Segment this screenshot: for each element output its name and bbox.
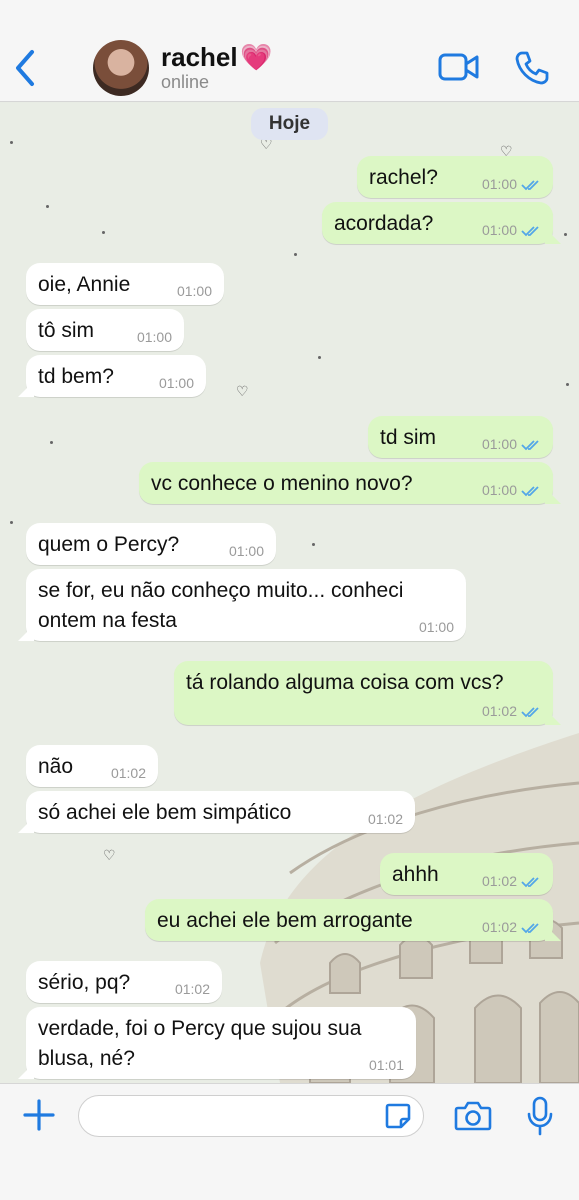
dot-decoration bbox=[312, 543, 315, 546]
back-chevron-icon[interactable] bbox=[10, 48, 40, 88]
dot-decoration bbox=[10, 521, 13, 524]
camera-icon[interactable] bbox=[454, 1100, 492, 1132]
day-separator: Hoje bbox=[251, 108, 328, 140]
message-incoming[interactable]: só achei ele bem simpático 01:02 bbox=[18, 791, 415, 833]
message-text: td sim bbox=[380, 426, 437, 449]
message-text: td bem? bbox=[38, 365, 114, 388]
message-text: quem o Percy? bbox=[38, 533, 180, 556]
message-incoming[interactable]: td bem? 01:00 bbox=[18, 355, 206, 397]
message-text: vc conhece o menino novo? bbox=[151, 472, 413, 495]
double-check-icon bbox=[521, 180, 539, 191]
heart-doodle-icon: ♡ bbox=[103, 847, 116, 863]
message-time: 01:00 bbox=[158, 375, 194, 391]
message-time: 01:00 bbox=[418, 619, 454, 635]
message-text: acordada? bbox=[334, 212, 434, 235]
message-time: 01:00 bbox=[481, 482, 517, 498]
dot-decoration bbox=[564, 233, 567, 236]
message-text-line2: blusa, né? bbox=[38, 1047, 135, 1070]
message-input[interactable] bbox=[78, 1095, 424, 1137]
double-check-icon bbox=[521, 226, 539, 237]
microphone-icon[interactable] bbox=[526, 1096, 554, 1136]
bubble-tail bbox=[545, 228, 561, 244]
chat-header: rachel 💗 online bbox=[0, 0, 579, 102]
dot-decoration bbox=[318, 356, 321, 359]
message-time: 01:02 bbox=[367, 811, 403, 827]
message-time: 01:00 bbox=[176, 283, 212, 299]
message-time: 01:01 bbox=[368, 1057, 404, 1073]
composer-bar bbox=[0, 1083, 579, 1200]
bubble-tail bbox=[18, 625, 34, 641]
contact-status: online bbox=[161, 72, 210, 92]
double-check-icon bbox=[521, 707, 539, 718]
phone-icon[interactable] bbox=[514, 50, 550, 86]
message-time: 01:02 bbox=[174, 981, 210, 997]
double-check-icon bbox=[521, 923, 539, 934]
sticker-icon[interactable] bbox=[384, 1102, 412, 1130]
message-text-line2: ontem na festa bbox=[38, 609, 177, 632]
message-time: 01:00 bbox=[481, 176, 517, 192]
message-text-line1: se for, eu não conheço muito... conheci bbox=[38, 579, 404, 602]
bubble-tail bbox=[18, 381, 34, 397]
contact-emoji: 💗 bbox=[240, 42, 273, 72]
dot-decoration bbox=[10, 141, 13, 144]
message-outgoing[interactable]: rachel? 01:00 bbox=[357, 156, 553, 198]
message-incoming[interactable]: sério, pq? 01:02 bbox=[26, 961, 222, 1003]
message-incoming[interactable]: verdade, foi o Percy que sujou sua blusa… bbox=[18, 1007, 416, 1079]
message-time: 01:02 bbox=[481, 703, 517, 719]
message-text: sério, pq? bbox=[38, 971, 131, 994]
message-outgoing[interactable]: acordada? 01:00 bbox=[322, 202, 561, 244]
message-outgoing[interactable]: vc conhece o menino novo? 01:00 bbox=[139, 462, 561, 504]
message-time: 01:00 bbox=[228, 543, 264, 559]
message-time: 01:00 bbox=[136, 329, 172, 345]
double-check-icon bbox=[521, 486, 539, 497]
dot-decoration bbox=[102, 231, 105, 234]
bubble-tail bbox=[18, 1063, 34, 1079]
message-time: 01:00 bbox=[481, 222, 517, 238]
video-camera-icon[interactable] bbox=[438, 52, 480, 82]
message-incoming[interactable]: se for, eu não conheço muito... conheci … bbox=[18, 569, 466, 641]
heart-doodle-icon: ♡ bbox=[236, 383, 249, 399]
message-incoming[interactable]: não 01:02 bbox=[26, 745, 158, 787]
message-text: tô sim bbox=[38, 319, 95, 342]
message-outgoing[interactable]: ahhh 01:02 bbox=[380, 853, 553, 895]
message-outgoing[interactable]: td sim 01:00 bbox=[368, 416, 553, 458]
plus-icon[interactable] bbox=[22, 1098, 56, 1132]
message-time: 01:02 bbox=[481, 873, 517, 889]
dot-decoration bbox=[294, 253, 297, 256]
message-time: 01:02 bbox=[110, 765, 146, 781]
message-text: só achei ele bem simpático bbox=[38, 801, 292, 824]
dot-decoration bbox=[46, 205, 49, 208]
message-text: oie, Annie bbox=[38, 273, 131, 296]
message-text: rachel? bbox=[369, 166, 438, 189]
message-text-line1: verdade, foi o Percy que sujou sua bbox=[38, 1017, 362, 1040]
message-text: tá rolando alguma coisa com vcs? bbox=[186, 671, 504, 694]
contact-name[interactable]: rachel bbox=[161, 42, 238, 73]
dot-decoration bbox=[50, 441, 53, 444]
chat-area[interactable]: ♡ ♡ ♡ ♡ Hoje rachel? 01:00 acordada? 01:… bbox=[0, 103, 579, 1083]
message-incoming[interactable]: quem o Percy? 01:00 bbox=[26, 523, 276, 565]
message-outgoing[interactable]: eu achei ele bem arrogante 01:02 bbox=[145, 899, 561, 941]
double-check-icon bbox=[521, 440, 539, 451]
message-text: ahhh bbox=[392, 863, 439, 886]
avatar[interactable] bbox=[93, 40, 149, 96]
message-text: não bbox=[38, 755, 74, 778]
dot-decoration bbox=[566, 383, 569, 386]
message-incoming[interactable]: oie, Annie 01:00 bbox=[26, 263, 224, 305]
bubble-tail bbox=[18, 817, 34, 833]
message-incoming[interactable]: tô sim 01:00 bbox=[26, 309, 184, 351]
bubble-tail bbox=[545, 488, 561, 504]
message-outgoing[interactable]: tá rolando alguma coisa com vcs? 01:02 bbox=[174, 661, 561, 725]
message-time: 01:00 bbox=[481, 436, 517, 452]
double-check-icon bbox=[521, 877, 539, 888]
message-text: eu achei ele bem arrogante bbox=[157, 909, 413, 932]
message-time: 01:02 bbox=[481, 919, 517, 935]
